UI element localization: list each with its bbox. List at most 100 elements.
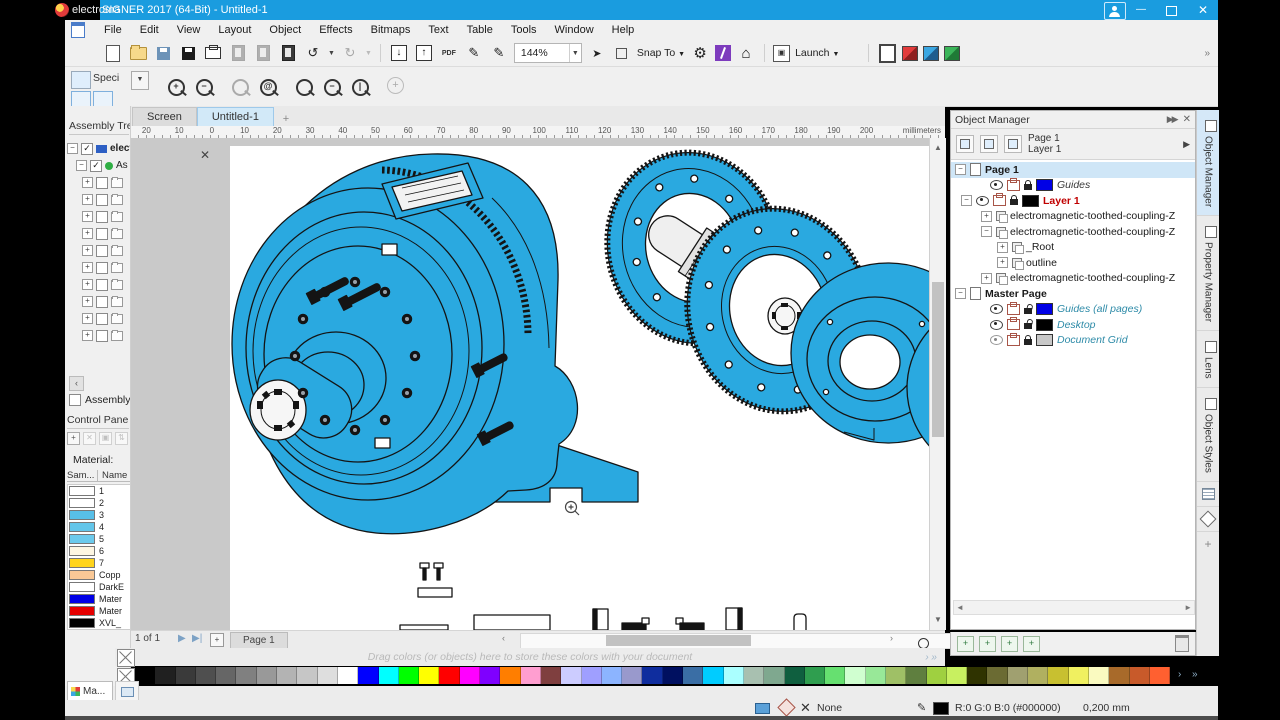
hscroll-right-icon[interactable]: › (890, 633, 893, 643)
preset-chevron-down-icon[interactable]: ▼ (131, 71, 149, 90)
palette-scroll-icon[interactable]: › (1178, 669, 1181, 680)
palette-color[interactable] (521, 667, 541, 684)
material-row[interactable]: 1 (68, 485, 131, 497)
cube-green-icon[interactable] (944, 46, 960, 61)
palette-color[interactable] (663, 667, 683, 684)
cube-red-icon[interactable] (902, 46, 918, 61)
import-icon[interactable]: ↓ (389, 43, 409, 63)
palette-color[interactable] (764, 667, 784, 684)
docker-tab-property-manager[interactable]: Property Manager (1197, 216, 1219, 331)
launch-window-icon[interactable]: ▣ (773, 45, 790, 62)
palette-color[interactable] (561, 667, 581, 684)
palette-color[interactable] (825, 667, 845, 684)
snap-cursor-icon[interactable]: ➤ (587, 43, 607, 63)
zoom-all-objects-icon[interactable]: @ (255, 75, 281, 99)
cut-icon[interactable] (228, 43, 248, 63)
material-row[interactable]: 7 (68, 557, 131, 569)
palette-color[interactable] (1130, 667, 1150, 684)
docker-expand-chevrons-icon[interactable]: ▶▶ (1167, 114, 1177, 125)
eye-icon[interactable] (990, 335, 1003, 345)
lock-icon[interactable] (1024, 339, 1032, 345)
assembly-item-row[interactable]: + (67, 293, 130, 310)
palette-color[interactable] (987, 667, 1007, 684)
material-row[interactable]: Mater (68, 605, 131, 617)
material-row[interactable]: Mater (68, 593, 131, 605)
om-horizontal-scrollbar[interactable]: ◄ ► (953, 600, 1195, 615)
palette-color[interactable] (460, 667, 480, 684)
palette-color[interactable] (439, 667, 459, 684)
eye-icon[interactable] (990, 304, 1003, 314)
docker-tab-grid[interactable] (1197, 482, 1219, 507)
palette-color[interactable] (379, 667, 399, 684)
palette-color[interactable] (683, 667, 703, 684)
docker-tab-object-styles[interactable]: Object Styles (1197, 388, 1219, 482)
docker-add-tab[interactable]: + (1197, 532, 1219, 556)
palette-color[interactable] (906, 667, 926, 684)
om-row[interactable]: Desktop (951, 317, 1195, 333)
om-row[interactable]: +electromagnetic-toothed-coupling-Z (951, 209, 1195, 225)
add-icon[interactable]: + (67, 432, 80, 445)
assembly-item-row[interactable]: + (67, 310, 130, 327)
printer-icon[interactable] (1007, 335, 1020, 346)
home-icon[interactable]: ⌂ (736, 43, 756, 63)
palette-color[interactable] (257, 667, 277, 684)
palette-color[interactable] (582, 667, 602, 684)
palette-color[interactable] (866, 667, 886, 684)
palette-color[interactable] (642, 667, 662, 684)
assembly-root-row[interactable]: −✓elect (67, 140, 130, 157)
palette-color[interactable] (155, 667, 175, 684)
edit-across-layers-icon[interactable] (980, 135, 998, 153)
palette-color[interactable] (338, 667, 358, 684)
assembly-sub-row[interactable]: −✓As (67, 157, 130, 174)
om-row[interactable]: −Layer 1 (951, 193, 1195, 209)
eye-icon[interactable] (990, 180, 1003, 190)
vertical-scrollbar[interactable]: ▲ ▼ (929, 138, 946, 630)
palette-color[interactable] (785, 667, 805, 684)
material-row[interactable]: DarkE (68, 581, 131, 593)
menu-tools[interactable]: Tools (502, 24, 546, 36)
gear-icon[interactable]: ⚙ (690, 43, 710, 63)
palette-color[interactable] (500, 667, 520, 684)
close-button[interactable]: ✕ (1190, 2, 1216, 18)
layer-manager-view-icon[interactable] (1004, 135, 1022, 153)
material-row[interactable]: Copp (68, 569, 131, 581)
om-row[interactable]: Document Grid (951, 333, 1195, 349)
palette-color[interactable] (886, 667, 906, 684)
app-launcher-tile-icon[interactable] (715, 45, 731, 61)
dock-mini-button-2[interactable] (93, 91, 113, 107)
next-page-icon[interactable]: ▶ (178, 633, 186, 644)
assembly-item-row[interactable]: + (67, 208, 130, 225)
zoom-in-icon[interactable]: + (163, 75, 189, 99)
lock-icon[interactable] (1024, 184, 1032, 190)
open-icon[interactable] (128, 43, 148, 63)
menu-object[interactable]: Object (260, 24, 310, 36)
horizontal-scroll-thumb[interactable] (606, 635, 751, 646)
assembly-item-row[interactable]: + (67, 259, 130, 276)
palette-expand-icon[interactable]: » (1192, 669, 1198, 680)
redo-icon[interactable]: ↻ (340, 43, 360, 63)
palette-color[interactable] (236, 667, 256, 684)
tab-untitled-1[interactable]: Untitled-1 (197, 107, 274, 126)
palette-color[interactable] (724, 667, 744, 684)
dock-mini-button-1[interactable] (71, 91, 91, 107)
move-icon[interactable]: ⇅ (115, 432, 128, 445)
apply-icon[interactable]: ▣ (99, 432, 112, 445)
context-flyout-icon[interactable]: ▶ (1183, 139, 1190, 150)
printer-icon[interactable] (1007, 304, 1020, 315)
page-1-tab[interactable]: Page 1 (230, 632, 288, 649)
delete-icon[interactable]: ✕ (83, 432, 96, 445)
pen-tool-icon[interactable]: ✎ (464, 43, 484, 63)
launch-dropdown[interactable]: Launch ▼ (795, 47, 839, 59)
new-tab-button[interactable]: + (278, 112, 294, 126)
palette-color[interactable] (602, 667, 622, 684)
publish-pdf-icon[interactable]: PDF (439, 43, 459, 63)
toolbar-overflow-chevrons[interactable]: » (1204, 48, 1210, 59)
tab-screen[interactable]: Screen (132, 107, 197, 126)
printer-icon[interactable] (993, 195, 1006, 206)
material-row[interactable]: 2 (68, 497, 131, 509)
show-object-properties-icon[interactable] (956, 135, 974, 153)
copy-icon[interactable] (253, 43, 273, 63)
palette-color[interactable] (622, 667, 642, 684)
new-master-layer-all-icon[interactable]: + (979, 636, 996, 652)
zoom-level-combo[interactable]: 144% ▼ (514, 43, 582, 63)
